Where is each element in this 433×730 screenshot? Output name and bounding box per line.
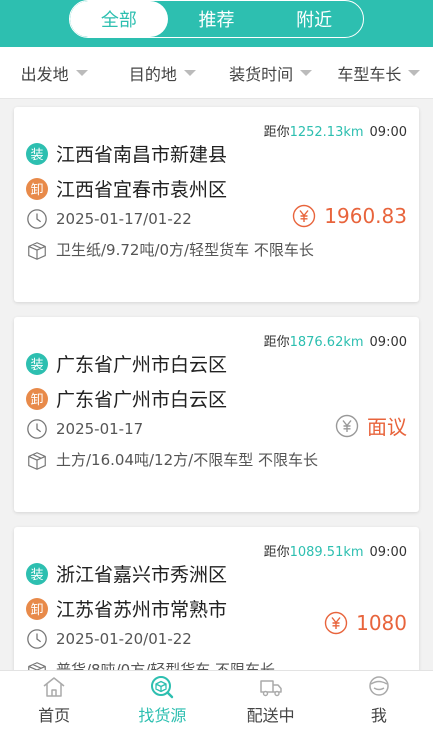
load-badge: 装 [26,352,48,375]
price: 面议 [335,411,407,440]
caret-down-icon [300,69,313,76]
date-row: 2025-01-17 [26,418,143,440]
load-place: 广东省广州市白云区 [56,354,228,376]
tab-recommended[interactable]: 推荐 [168,1,266,37]
unload-place: 江西省宜春市袁州区 [56,179,228,201]
price-value: 面议 [367,415,407,439]
goods-info: 卫生纸/9.72吨/0方/轻型货车 不限车长 [56,241,314,259]
tab-home[interactable]: 首页 [0,671,108,730]
unload-place: 广东省广州市白云区 [56,389,228,411]
tab-delivering[interactable]: 配送中 [217,671,325,730]
price-value: 1960.83 [324,204,407,228]
yen-icon [324,611,348,635]
yen-icon [335,414,359,437]
tab-label: 我 [370,706,387,725]
tab-me[interactable]: 我 [325,671,433,730]
filter-vehicle-type[interactable]: 车型车长 [325,47,433,98]
clock-icon [27,629,47,649]
time-value: 09:00 [369,335,407,350]
load-row: 装 江西省南昌市新建县 [26,140,227,167]
tab-label: 找货源 [138,706,187,725]
filter-label: 出发地 [20,64,69,84]
goods-info: 普货/8吨/0方/轻型货车 不限车长 [56,661,276,670]
filter-label: 目的地 [128,64,177,84]
load-row: 装 广东省广州市白云区 [26,350,227,377]
date-row: 2025-01-20/01-22 [26,628,192,650]
load-row: 装 浙江省嘉兴市秀洲区 [26,560,227,587]
loading-date: 2025-01-17/01-22 [56,210,192,228]
cargo-card[interactable]: 距你1876.62km 09:00 装 广东省广州市白云区 卸 广东省广州市白云区… [14,317,419,512]
filter-label: 车型车长 [337,64,402,84]
distance-prefix: 距你 [263,125,290,140]
tab-find-goods[interactable]: 找货源 [108,671,216,730]
unload-row: 卸 广东省广州市白云区 [26,385,227,412]
clock-icon [27,209,47,229]
filter-origin[interactable]: 出发地 [0,47,108,98]
goods-row: 普货/8吨/0方/轻型货车 不限车长 [26,660,321,670]
category-segmented-control: 全部 推荐 附近 [69,0,364,38]
distance-info: 距你1876.62km 09:00 [264,331,407,350]
distance-value: 1252.13km [289,125,364,140]
loading-date: 2025-01-20/01-22 [56,630,192,648]
truck-icon [259,680,282,697]
distance-info: 距你1252.13km 09:00 [264,121,407,140]
unload-badge: 卸 [26,387,48,410]
loading-date: 2025-01-17 [56,420,144,438]
date-row: 2025-01-17/01-22 [26,208,192,230]
tab-nearby[interactable]: 附近 [265,1,363,37]
tab-label: 配送中 [246,706,295,725]
load-badge: 装 [26,562,48,585]
package-icon [28,662,46,670]
price: 1960.83 [292,204,407,228]
package-icon [28,452,46,470]
tab-all[interactable]: 全部 [70,1,168,37]
goods-row: 卫生纸/9.72吨/0方/轻型货车 不限车长 [26,240,321,262]
time-value: 09:00 [369,125,407,140]
caret-down-icon [183,69,196,76]
caret-down-icon [408,69,421,76]
unload-badge: 卸 [26,597,48,620]
time-value: 09:00 [369,545,407,560]
goods-info: 土方/16.04吨/12方/不限车型 不限车长 [56,451,318,469]
price-value: 1080 [356,611,407,635]
distance-prefix: 距你 [263,335,290,350]
distance-value: 1876.62km [289,335,364,350]
unload-row: 卸 江西省宜春市袁州区 [26,175,227,202]
distance-value: 1089.51km [289,545,364,560]
clock-icon [27,419,47,439]
unload-badge: 卸 [26,177,48,200]
cargo-card[interactable]: 距你1252.13km 09:00 装 江西省南昌市新建县 卸 江西省宜春市袁州区… [14,107,419,302]
user-icon [369,676,389,696]
unload-place: 江苏省苏州市常熟市 [56,599,228,621]
load-place: 江西省南昌市新建县 [56,144,228,166]
filter-bar: 出发地 目的地 装货时间 车型车长 [0,47,433,99]
package-icon [28,242,46,260]
goods-row: 土方/16.04吨/12方/不限车型 不限车长 [26,450,321,472]
distance-prefix: 距你 [263,545,290,560]
find-goods-icon [151,676,174,699]
home-icon [43,677,65,697]
filter-label: 装货时间 [229,64,294,84]
yen-icon [293,204,316,228]
caret-down-icon [75,69,88,76]
load-place: 浙江省嘉兴市秀洲区 [56,564,228,586]
filter-destination[interactable]: 目的地 [108,47,216,98]
distance-info: 距你1089.51km 09:00 [264,541,407,560]
cargo-card[interactable]: 距你1089.51km 09:00 装 浙江省嘉兴市秀洲区 卸 江苏省苏州市常熟市… [14,527,419,670]
tab-label: 首页 [38,706,71,725]
filter-loading-time[interactable]: 装货时间 [217,47,325,98]
load-badge: 装 [26,142,48,165]
price: 1080 [324,611,407,635]
bottom-tab-bar: 首页 找货源 配送中 我 [0,670,433,730]
top-bar: 全部 推荐 附近 [0,0,433,47]
cargo-list: 距你1252.13km 09:00 装 江西省南昌市新建县 卸 江西省宜春市袁州区… [0,100,433,670]
unload-row: 卸 江苏省苏州市常熟市 [26,595,227,622]
